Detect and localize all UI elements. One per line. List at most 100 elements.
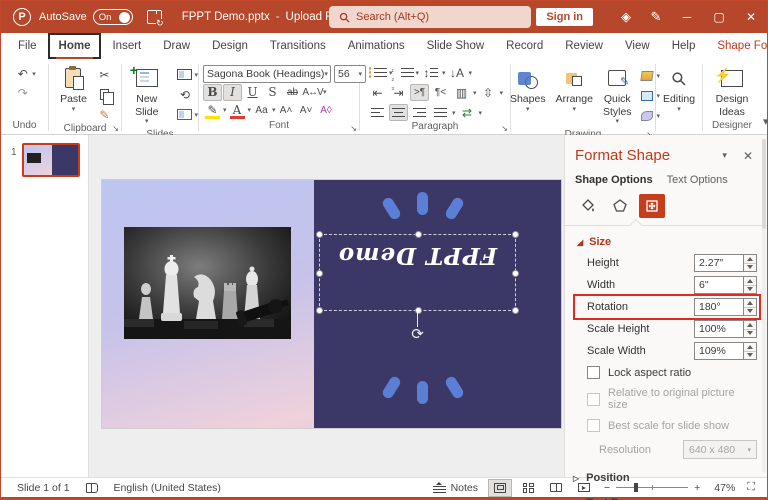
font-color-button[interactable]: A [228, 102, 247, 119]
size-properties-icon[interactable] [639, 194, 665, 218]
shape-fill-icon[interactable] [638, 67, 657, 84]
scale-width-input[interactable]: 109% [694, 342, 744, 360]
zoom-slider[interactable] [616, 487, 688, 488]
slide-layout-icon[interactable] [175, 66, 194, 83]
text-box-section-header[interactable]: ▷ Text Box [565, 488, 767, 500]
tab-design[interactable]: Design [201, 33, 259, 59]
new-slide-button[interactable]: + New Slide ▾ [122, 63, 171, 129]
save-icon[interactable] [147, 10, 162, 24]
bullets-button[interactable] [368, 64, 387, 81]
tab-review[interactable]: Review [554, 33, 614, 59]
section-icon[interactable] [175, 106, 194, 123]
tab-insert[interactable]: Insert [101, 33, 152, 59]
tab-shape-format[interactable]: Shape Format [706, 33, 768, 59]
handle-middle-left[interactable] [316, 270, 323, 277]
change-case-button[interactable]: Aa [252, 102, 271, 119]
font-name-select[interactable]: Sagona Book (Headings)▾ [203, 65, 331, 83]
design-ideas-button[interactable]: Design Ideas [703, 63, 761, 120]
fill-line-icon[interactable] [575, 194, 601, 218]
align-left-button[interactable] [368, 104, 387, 121]
shape-options-tab[interactable]: Shape Options [575, 174, 653, 186]
close-button[interactable]: ✕ [735, 1, 767, 33]
bold-button[interactable]: B [203, 84, 222, 101]
tab-record[interactable]: Record [495, 33, 554, 59]
lock-aspect-ratio-checkbox[interactable] [587, 366, 600, 379]
shape-effects-icon[interactable] [638, 107, 657, 124]
shape-outline-icon[interactable] [638, 87, 657, 104]
rotation-input[interactable]: 180° [694, 298, 744, 316]
maximize-button[interactable]: ▢ [703, 1, 735, 33]
redo-icon[interactable]: ↷ [13, 84, 32, 101]
handle-bottom-left[interactable] [316, 307, 323, 314]
slide[interactable]: FPPT Demo ⟳ [102, 180, 561, 428]
slide-thumbnail[interactable] [22, 143, 80, 177]
increase-font-size-button[interactable]: A˄ [277, 102, 296, 119]
justify-button[interactable] [431, 104, 450, 121]
numbering-button[interactable] [395, 64, 414, 81]
copy-icon[interactable] [95, 86, 114, 103]
pane-scrollbar[interactable] [762, 139, 766, 473]
text-highlight-color-button[interactable]: ✎ [203, 102, 222, 119]
line-spacing-button[interactable]: ↕ [421, 64, 440, 81]
reset-slide-icon[interactable]: ⟲ [175, 86, 194, 103]
character-spacing-button[interactable]: A↔V [303, 84, 322, 101]
handle-bottom-right[interactable] [512, 307, 519, 314]
handle-top-left[interactable] [316, 231, 323, 238]
paste-button[interactable]: Paste ▾ [56, 63, 91, 116]
tab-help[interactable]: Help [661, 33, 707, 59]
size-section-header[interactable]: ◢ Size [565, 226, 767, 252]
tab-animations[interactable]: Animations [337, 33, 416, 59]
paragraph-dialog-launcher[interactable]: ↘ [501, 124, 508, 133]
strikethrough-button[interactable]: ab [283, 84, 302, 101]
italic-button[interactable]: I [223, 84, 242, 101]
format-painter-icon[interactable]: ✎ [95, 106, 114, 123]
convert-to-smartart-button[interactable]: ⇄ [458, 104, 477, 121]
clear-formatting-button[interactable]: A◊ [317, 102, 336, 119]
width-input[interactable]: 6" [694, 276, 744, 294]
right-to-left-button[interactable]: ¶< [431, 84, 450, 101]
text-options-tab[interactable]: Text Options [667, 174, 728, 186]
tab-file[interactable]: File [7, 33, 48, 59]
slide-indicator[interactable]: Slide 1 of 1 [9, 478, 78, 497]
editing-button[interactable]: Editing ▾ [659, 63, 699, 116]
shapes-button[interactable]: Shapes ▾ [506, 63, 550, 116]
sign-in-button[interactable]: Sign in [536, 8, 593, 26]
search-input[interactable]: Search (Alt+Q) [329, 6, 531, 28]
character-spacing-dropdown-icon[interactable]: ▾ [323, 88, 327, 96]
scale-width-spinner[interactable] [744, 342, 757, 360]
undo-icon[interactable]: ↶ [13, 65, 32, 82]
underline-button[interactable]: U [243, 84, 262, 101]
handle-middle-right[interactable] [512, 270, 519, 277]
effects-icon[interactable] [607, 194, 633, 218]
autosave-toggle[interactable]: On [93, 9, 133, 25]
scale-height-spinner[interactable] [744, 320, 757, 338]
text-shadow-button[interactable]: S [263, 84, 282, 101]
handle-top-right[interactable] [512, 231, 519, 238]
columns-button[interactable]: ▥ [452, 84, 471, 101]
position-section-header[interactable]: ▷ Position [565, 463, 767, 488]
decrease-font-size-button[interactable]: A˅ [297, 102, 316, 119]
normal-view-button[interactable] [488, 479, 512, 497]
height-input[interactable]: 2.27" [694, 254, 744, 272]
width-spinner[interactable] [744, 276, 757, 294]
slide-canvas[interactable]: FPPT Demo ⟳ [89, 135, 564, 477]
font-dialog-launcher[interactable]: ↘ [350, 124, 357, 133]
decrease-indent-button[interactable]: ⇤ [368, 84, 387, 101]
arrange-button[interactable]: Arrange ▾ [552, 63, 597, 116]
align-right-button[interactable] [410, 104, 429, 121]
height-spinner[interactable] [744, 254, 757, 272]
tab-draw[interactable]: Draw [152, 33, 201, 59]
tab-transitions[interactable]: Transitions [259, 33, 337, 59]
notes-button[interactable]: Notes [425, 478, 486, 497]
align-text-button[interactable]: ⇳ [479, 84, 498, 101]
spell-check-button[interactable] [78, 478, 106, 497]
language-button[interactable]: English (United States) [106, 478, 229, 497]
zoom-slider-thumb[interactable] [634, 483, 638, 492]
text-box-selection[interactable] [319, 234, 516, 311]
minimize-button[interactable]: ─ [671, 1, 703, 33]
align-center-button[interactable] [389, 104, 408, 121]
tab-view[interactable]: View [614, 33, 661, 59]
pen-icon[interactable]: ✎ [641, 1, 671, 33]
scale-height-input[interactable]: 100% [694, 320, 744, 338]
quick-styles-button[interactable]: Quick Styles ▾ [599, 63, 636, 129]
